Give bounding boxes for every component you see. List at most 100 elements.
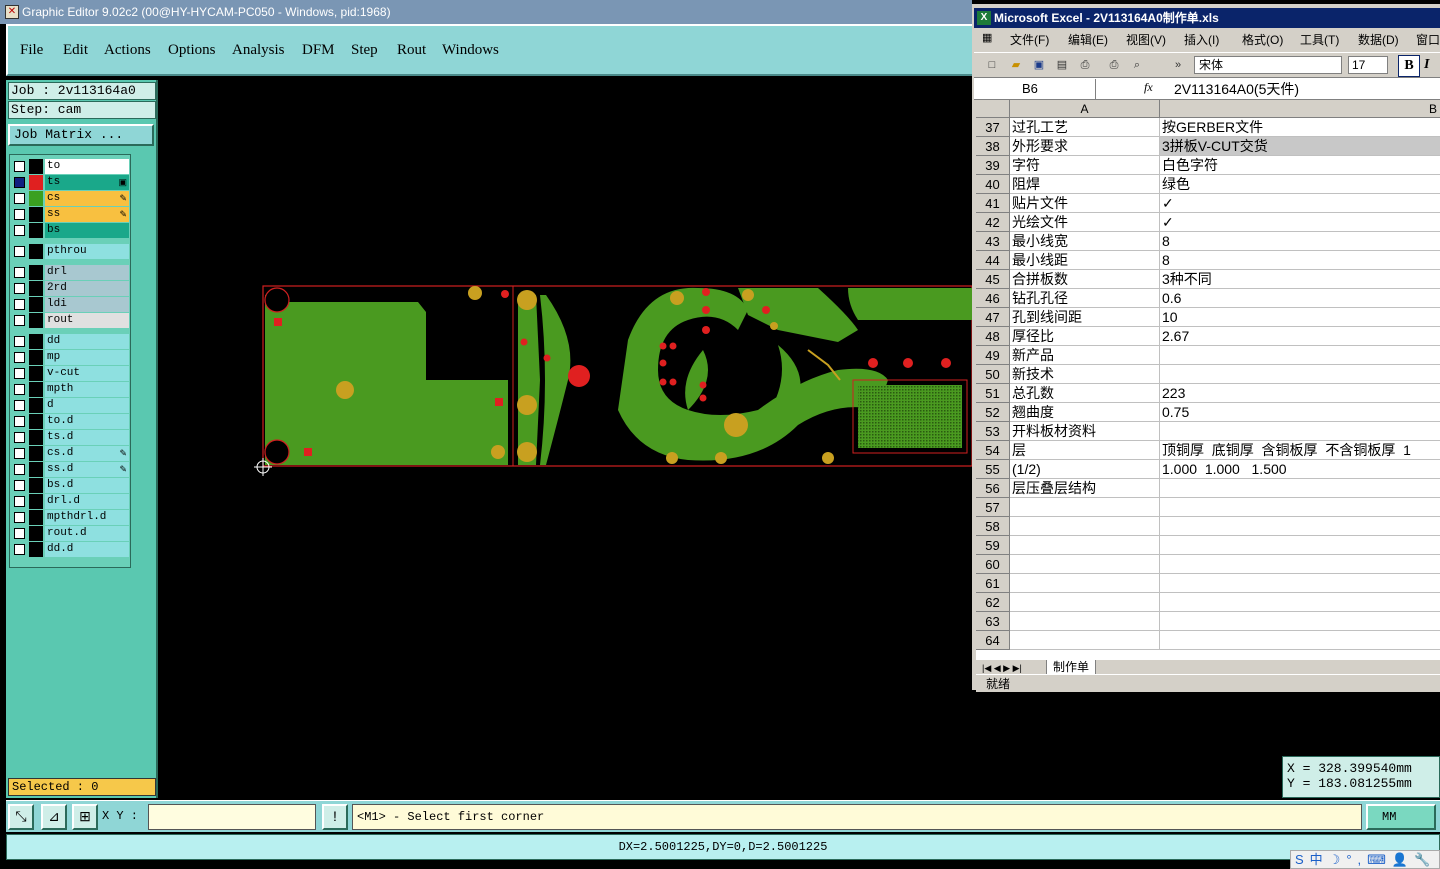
ime-tray[interactable]: S中☽°,⌨👤🔧 <box>1290 850 1440 869</box>
cell-b[interactable]: 1.000 1.000 1.500 <box>1160 460 1440 479</box>
layer-color-swatch[interactable] <box>29 542 43 557</box>
cell-a[interactable] <box>1010 631 1160 650</box>
layer-color-swatch[interactable] <box>29 223 43 238</box>
layer-name[interactable]: drl.d <box>45 494 129 509</box>
layer-color-swatch[interactable] <box>29 334 43 349</box>
layer-name[interactable]: mp <box>45 350 129 365</box>
layer-color-swatch[interactable] <box>29 462 43 477</box>
layer-name[interactable]: 2rd <box>45 281 129 296</box>
job-matrix-button[interactable]: Job Matrix ... <box>8 124 154 146</box>
layer-checkbox[interactable] <box>14 496 25 507</box>
row-header[interactable]: 41 <box>976 194 1010 213</box>
cell-b[interactable]: 按GERBER文件 <box>1160 118 1440 137</box>
cell-a[interactable]: 外形要求 <box>1010 137 1160 156</box>
cell-a[interactable] <box>1010 555 1160 574</box>
layer-row-dd[interactable]: dd <box>13 334 129 349</box>
layer-row-mpthdrl.d[interactable]: mpthdrl.d <box>13 510 129 525</box>
print-preview-icon[interactable]: ⌕ <box>1129 57 1145 73</box>
measure-button[interactable]: ⊿ <box>41 804 67 830</box>
row-header[interactable]: 44 <box>976 251 1010 270</box>
excel-menu-tools[interactable]: 工具(T) <box>1300 31 1339 48</box>
layer-color-swatch[interactable] <box>29 265 43 280</box>
layer-name[interactable]: ldi <box>45 297 129 312</box>
layer-color-swatch[interactable] <box>29 430 43 445</box>
layer-row-cs[interactable]: cs ✎ <box>13 191 129 206</box>
layer-row-2rd[interactable]: 2rd <box>13 281 129 296</box>
layer-color-swatch[interactable] <box>29 281 43 296</box>
column-header-b[interactable]: B <box>1160 100 1440 118</box>
menu-step[interactable]: Step <box>351 42 378 59</box>
toolbar-overflow-icon[interactable]: » <box>1170 57 1186 73</box>
excel-menu-window[interactable]: 窗口 <box>1416 31 1440 48</box>
email-icon[interactable]: ⎙ <box>1077 57 1093 73</box>
excel-menu-edit[interactable]: 编辑(E) <box>1068 31 1108 48</box>
layer-checkbox[interactable] <box>14 336 25 347</box>
layer-row-ts.d[interactable]: ts.d <box>13 430 129 445</box>
layer-color-swatch[interactable] <box>29 414 43 429</box>
layer-name[interactable]: to <box>45 159 129 174</box>
row-header[interactable]: 64 <box>976 631 1010 650</box>
excel-menu-format[interactable]: 格式(O) <box>1242 31 1283 48</box>
cell-a[interactable] <box>1010 593 1160 612</box>
row-header[interactable]: 59 <box>976 536 1010 555</box>
layer-color-swatch[interactable] <box>29 366 43 381</box>
excel-menu-file[interactable]: 文件(F) <box>1010 31 1049 48</box>
fx-icon[interactable]: fx <box>1144 80 1153 95</box>
cell-a[interactable]: 合拼板数 <box>1010 270 1160 289</box>
row-header[interactable]: 43 <box>976 232 1010 251</box>
layer-row-ldi[interactable]: ldi <box>13 297 129 312</box>
cell-a[interactable]: 光绘文件 <box>1010 213 1160 232</box>
layer-row-pthrou[interactable]: pthrou <box>13 244 129 259</box>
layer-row-to[interactable]: to <box>13 159 129 174</box>
menu-rout[interactable]: Rout <box>397 42 426 59</box>
layer-name[interactable]: mpth <box>45 382 129 397</box>
row-header[interactable]: 37 <box>976 118 1010 137</box>
layer-row-ss[interactable]: ss ✎ <box>13 207 129 222</box>
layer-name[interactable]: ss.d ✎ <box>45 462 129 477</box>
new-file-icon[interactable]: □ <box>984 57 1000 73</box>
excel-menu-view[interactable]: 视图(V) <box>1126 31 1166 48</box>
menu-windows[interactable]: Windows <box>442 42 499 59</box>
workbook-icon[interactable]: ▦ <box>982 31 992 44</box>
layer-checkbox[interactable] <box>14 315 25 326</box>
graphic-canvas[interactable] <box>158 80 973 798</box>
cell-a[interactable] <box>1010 536 1160 555</box>
layer-name[interactable]: drl <box>45 265 129 280</box>
italic-button[interactable]: I <box>1424 55 1440 77</box>
excel-menu-data[interactable]: 数据(D) <box>1358 31 1399 48</box>
cell-b[interactable] <box>1160 517 1440 536</box>
layer-color-swatch[interactable] <box>29 382 43 397</box>
layer-color-swatch[interactable] <box>29 478 43 493</box>
cell-b[interactable]: 8 <box>1160 251 1440 270</box>
row-header[interactable]: 51 <box>976 384 1010 403</box>
cell-b[interactable] <box>1160 612 1440 631</box>
layer-checkbox[interactable] <box>14 161 25 172</box>
alert-button[interactable]: ! <box>322 804 348 830</box>
cell-a[interactable]: 钻孔孔径 <box>1010 289 1160 308</box>
layer-name[interactable]: mpthdrl.d <box>45 510 129 525</box>
cell-b[interactable]: 223 <box>1160 384 1440 403</box>
layer-name[interactable]: to.d <box>45 414 129 429</box>
layer-checkbox[interactable] <box>14 352 25 363</box>
menu-dfm[interactable]: DFM <box>302 42 335 59</box>
layer-checkbox[interactable] <box>14 299 25 310</box>
layer-color-swatch[interactable] <box>29 175 43 190</box>
cell-b[interactable]: 0.75 <box>1160 403 1440 422</box>
layer-name[interactable]: rout <box>45 313 129 328</box>
cell-a[interactable] <box>1010 498 1160 517</box>
save-icon[interactable]: ▣ <box>1031 57 1047 73</box>
row-header[interactable]: 61 <box>976 574 1010 593</box>
cell-b[interactable]: 顶铜厚 底铜厚 含铜板厚 不含铜板厚 1 <box>1160 441 1440 460</box>
cell-b[interactable]: 10 <box>1160 308 1440 327</box>
layer-row-drl[interactable]: drl <box>13 265 129 280</box>
print-icon[interactable]: ⎙ <box>1106 57 1122 73</box>
layer-color-swatch[interactable] <box>29 398 43 413</box>
layer-row-cs.d[interactable]: cs.d ✎ <box>13 446 129 461</box>
cell-a[interactable]: 阻焊 <box>1010 175 1160 194</box>
layer-color-swatch[interactable] <box>29 159 43 174</box>
layer-color-swatch[interactable] <box>29 350 43 365</box>
cell-b[interactable] <box>1160 365 1440 384</box>
layer-name[interactable]: dd.d <box>45 542 129 557</box>
row-header[interactable]: 49 <box>976 346 1010 365</box>
row-header[interactable]: 58 <box>976 517 1010 536</box>
